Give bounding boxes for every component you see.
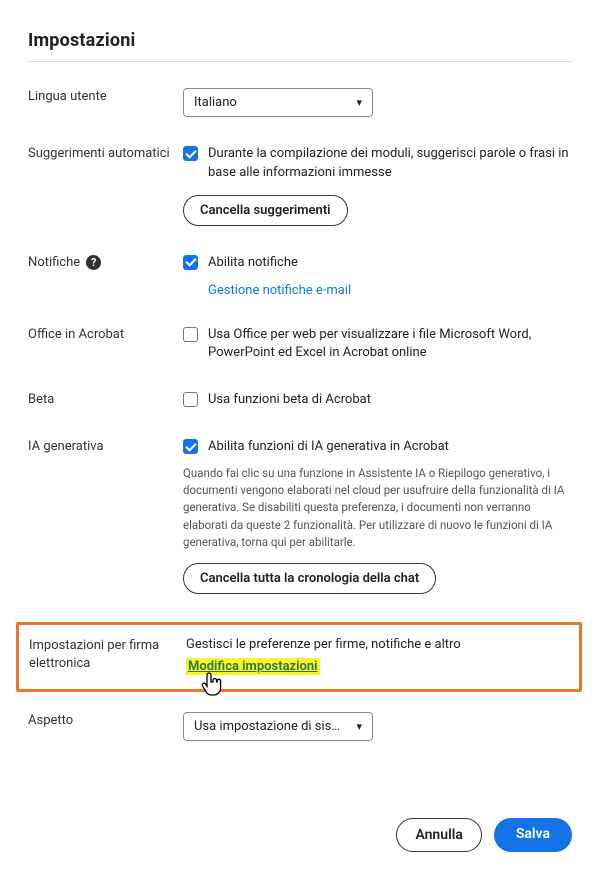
clear-chat-history-button[interactable]: Cancella tutta la cronologia della chat	[183, 563, 436, 594]
clear-suggestions-button[interactable]: Cancella suggerimenti	[183, 195, 348, 226]
ai-description: Quando fai clic su una funzione in Assis…	[183, 465, 572, 551]
divider	[28, 61, 572, 62]
suggestions-text: Durante la compilazione dei moduli, sugg…	[208, 145, 572, 183]
label-ai: IA generativa	[28, 438, 183, 456]
cursor-hand-icon	[200, 672, 224, 698]
appearance-select[interactable]: Usa impostazione di sis… ▾	[183, 712, 373, 741]
office-text: Usa Office per web per visualizzare i fi…	[208, 326, 572, 364]
notifications-label-text: Notifiche	[28, 254, 80, 272]
help-icon[interactable]: ?	[86, 255, 101, 270]
row-beta: Beta Usa funzioni beta di Acrobat	[28, 391, 572, 410]
manage-email-link[interactable]: Gestione notifiche e-mail	[183, 283, 351, 298]
notifications-checkbox[interactable]	[183, 255, 198, 270]
label-beta: Beta	[28, 391, 183, 409]
row-office: Office in Acrobat Usa Office per web per…	[28, 326, 572, 364]
row-ai: IA generativa Abilita funzioni di IA gen…	[28, 438, 572, 594]
beta-text: Usa funzioni beta di Acrobat	[208, 391, 572, 410]
label-esign: Impostazioni per firma elettronica	[29, 637, 186, 673]
esign-text: Gestisci le preferenze per firme, notifi…	[186, 637, 565, 652]
label-appearance: Aspetto	[28, 712, 183, 730]
save-button[interactable]: Salva	[494, 818, 572, 852]
row-esign-highlighted: Impostazioni per firma elettronica Gesti…	[16, 622, 582, 692]
cancel-button[interactable]: Annulla	[396, 818, 481, 852]
edit-esign-link[interactable]: Modifica impostazioni	[186, 658, 320, 675]
ai-checkbox[interactable]	[183, 439, 198, 454]
appearance-value: Usa impostazione di sis…	[194, 719, 340, 734]
row-suggestions: Suggerimenti automatici Durante la compi…	[28, 145, 572, 226]
row-language: Lingua utente Italiano ▾	[28, 88, 572, 117]
language-value: Italiano	[194, 95, 237, 110]
notifications-text: Abilita notifiche	[208, 254, 572, 273]
beta-checkbox[interactable]	[183, 392, 198, 407]
language-select[interactable]: Italiano ▾	[183, 88, 373, 117]
suggestions-checkbox[interactable]	[183, 146, 198, 161]
edit-esign-link-text: Modifica impostazioni	[188, 659, 318, 674]
label-suggestions: Suggerimenti automatici	[28, 145, 183, 163]
ai-text: Abilita funzioni di IA generativa in Acr…	[208, 438, 572, 457]
footer-actions: Annulla Salva	[396, 818, 572, 852]
label-notifications: Notifiche ?	[28, 254, 183, 272]
page-title: Impostazioni	[28, 30, 572, 51]
label-language: Lingua utente	[28, 88, 183, 106]
row-notifications: Notifiche ? Abilita notifiche Gestione n…	[28, 254, 572, 298]
row-appearance: Aspetto Usa impostazione di sis… ▾	[28, 712, 572, 741]
chevron-down-icon: ▾	[356, 720, 362, 733]
office-checkbox[interactable]	[183, 327, 198, 342]
chevron-down-icon: ▾	[356, 96, 362, 109]
label-office: Office in Acrobat	[28, 326, 183, 344]
